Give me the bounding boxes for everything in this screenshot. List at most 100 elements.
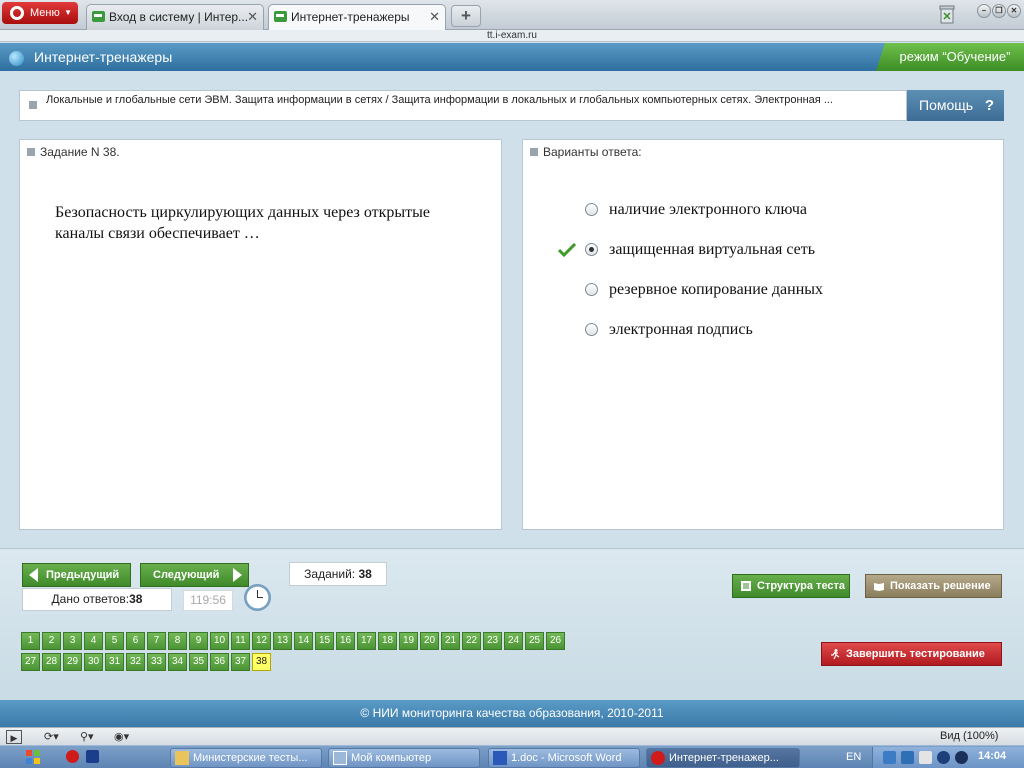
app-title: Интернет-тренажеры bbox=[34, 49, 173, 65]
answered-label: Дано ответов: bbox=[51, 592, 130, 606]
task-number-4[interactable]: 4 bbox=[84, 632, 103, 650]
task-number-1[interactable]: 1 bbox=[21, 632, 40, 650]
task-number-16[interactable]: 16 bbox=[336, 632, 355, 650]
task-number-15[interactable]: 15 bbox=[315, 632, 334, 650]
task-number-5[interactable]: 5 bbox=[105, 632, 124, 650]
sync-icon[interactable]: ⟳▾ bbox=[44, 730, 59, 744]
close-window-button[interactable]: ✕ bbox=[1007, 4, 1021, 18]
restore-button[interactable]: ❐ bbox=[992, 4, 1006, 18]
close-icon[interactable]: ✕ bbox=[247, 5, 258, 29]
question-header: Задание N 38. bbox=[20, 140, 501, 164]
volume-icon[interactable] bbox=[919, 751, 932, 764]
mode-badge: режим “Обучение” bbox=[876, 43, 1024, 71]
task-number-36[interactable]: 36 bbox=[210, 653, 229, 671]
task-number-34[interactable]: 34 bbox=[168, 653, 187, 671]
chevron-down-icon: ▼ bbox=[64, 8, 72, 17]
task-number-27[interactable]: 27 bbox=[21, 653, 40, 671]
panel-toggle-icon[interactable]: ▶ bbox=[6, 730, 22, 744]
task-number-11[interactable]: 11 bbox=[231, 632, 250, 650]
close-icon[interactable]: ✕ bbox=[429, 5, 440, 29]
task-number-14[interactable]: 14 bbox=[294, 632, 313, 650]
task-number-28[interactable]: 28 bbox=[42, 653, 61, 671]
task-number-24[interactable]: 24 bbox=[504, 632, 523, 650]
network-icon[interactable] bbox=[883, 751, 896, 764]
new-tab-button[interactable]: + bbox=[451, 5, 481, 27]
unite-icon[interactable]: ⚲▾ bbox=[80, 730, 94, 744]
minimize-button[interactable]: – bbox=[977, 4, 991, 18]
antivirus-icon[interactable] bbox=[937, 751, 950, 764]
tab-label: Интернет-тренажеры bbox=[291, 10, 410, 24]
task-number-18[interactable]: 18 bbox=[378, 632, 397, 650]
task-number-20[interactable]: 20 bbox=[420, 632, 439, 650]
next-button[interactable]: Следующий bbox=[140, 563, 249, 587]
timer-display: 119:56 bbox=[183, 590, 233, 611]
taskbar-item-word[interactable]: 1.doc - Microsoft Word bbox=[488, 748, 640, 768]
taskbar-item-opera[interactable]: Интернет-тренажер... bbox=[646, 748, 800, 768]
zoom-label[interactable]: Вид (100%) bbox=[940, 729, 998, 744]
task-number-21[interactable]: 21 bbox=[441, 632, 460, 650]
language-indicator[interactable]: EN bbox=[846, 749, 861, 765]
previous-button[interactable]: Предыдущий bbox=[22, 563, 131, 587]
answers-panel: Варианты ответа: наличие электронного кл… bbox=[522, 139, 1004, 530]
opera-menu-button[interactable]: Меню ▼ bbox=[2, 2, 78, 24]
task-number-17[interactable]: 17 bbox=[357, 632, 376, 650]
task-number-26[interactable]: 26 bbox=[546, 632, 565, 650]
opera-quicklaunch-icon[interactable] bbox=[66, 750, 79, 763]
radio-button[interactable] bbox=[585, 203, 598, 216]
task-number-32[interactable]: 32 bbox=[126, 653, 145, 671]
word-quicklaunch-icon[interactable] bbox=[86, 750, 99, 763]
task-number-2[interactable]: 2 bbox=[42, 632, 61, 650]
task-number-25[interactable]: 25 bbox=[525, 632, 544, 650]
tab-trainers[interactable]: Интернет-тренажеры ✕ bbox=[268, 4, 446, 30]
show-solution-button[interactable]: Показать решение bbox=[865, 574, 1002, 598]
radio-button[interactable] bbox=[585, 323, 598, 336]
arrow-left-icon bbox=[29, 568, 38, 582]
trash-icon[interactable] bbox=[938, 4, 956, 24]
task-number-13[interactable]: 13 bbox=[273, 632, 292, 650]
tab-login[interactable]: Вход в систему | Интер... ✕ bbox=[86, 4, 264, 30]
display-icon[interactable] bbox=[901, 751, 914, 764]
opera-icon bbox=[651, 751, 665, 765]
security-icon[interactable] bbox=[955, 751, 968, 764]
breadcrumb: Локальные и глобальные сети ЭВМ. Защита … bbox=[19, 90, 907, 121]
test-structure-button[interactable]: Структура теста bbox=[732, 574, 850, 598]
task-number-29[interactable]: 29 bbox=[63, 653, 82, 671]
task-number-37[interactable]: 37 bbox=[231, 653, 250, 671]
breadcrumb-text: Локальные и глобальные сети ЭВМ. Защита … bbox=[46, 94, 833, 106]
task-number-10[interactable]: 10 bbox=[210, 632, 229, 650]
task-number-8[interactable]: 8 bbox=[168, 632, 187, 650]
running-man-icon bbox=[831, 649, 840, 659]
task-number-9[interactable]: 9 bbox=[189, 632, 208, 650]
task-number-22[interactable]: 22 bbox=[462, 632, 481, 650]
task-number-12[interactable]: 12 bbox=[252, 632, 271, 650]
bullet-icon bbox=[27, 148, 35, 156]
task-number-30[interactable]: 30 bbox=[84, 653, 103, 671]
computer-icon bbox=[333, 751, 347, 765]
address-bar[interactable]: tt.i-exam.ru bbox=[0, 30, 1024, 42]
windows-logo-icon[interactable] bbox=[25, 749, 41, 765]
task-number-31[interactable]: 31 bbox=[105, 653, 124, 671]
task-number-23[interactable]: 23 bbox=[483, 632, 502, 650]
check-icon bbox=[558, 243, 576, 257]
radio-button[interactable] bbox=[585, 283, 598, 296]
finish-test-button[interactable]: Завершить тестирование bbox=[821, 642, 1002, 666]
site-favicon-icon bbox=[92, 11, 105, 22]
task-number-6[interactable]: 6 bbox=[126, 632, 145, 650]
task-number-38[interactable]: 38 bbox=[252, 653, 271, 671]
footer: © НИИ мониторинга качества образования, … bbox=[0, 700, 1024, 727]
app-header: Интернет-тренажеры bbox=[0, 43, 1024, 71]
radio-button-selected[interactable] bbox=[585, 243, 598, 256]
task-number-35[interactable]: 35 bbox=[189, 653, 208, 671]
menu-label: Меню bbox=[30, 7, 60, 19]
taskbar-item-ministry-tests[interactable]: Министерские тесты... bbox=[170, 748, 322, 768]
taskbar-label: 1.doc - Microsoft Word bbox=[511, 752, 622, 764]
taskbar-item-my-computer[interactable]: Мой компьютер bbox=[328, 748, 480, 768]
turbo-icon[interactable]: ◉▾ bbox=[114, 730, 129, 744]
task-number-7[interactable]: 7 bbox=[147, 632, 166, 650]
task-number-33[interactable]: 33 bbox=[147, 653, 166, 671]
task-number-3[interactable]: 3 bbox=[63, 632, 82, 650]
help-button[interactable]: Помощь ? bbox=[907, 90, 1004, 121]
task-number-19[interactable]: 19 bbox=[399, 632, 418, 650]
question-text: Безопасность циркулирующих данных через … bbox=[55, 204, 430, 242]
arrow-right-icon bbox=[233, 568, 242, 582]
